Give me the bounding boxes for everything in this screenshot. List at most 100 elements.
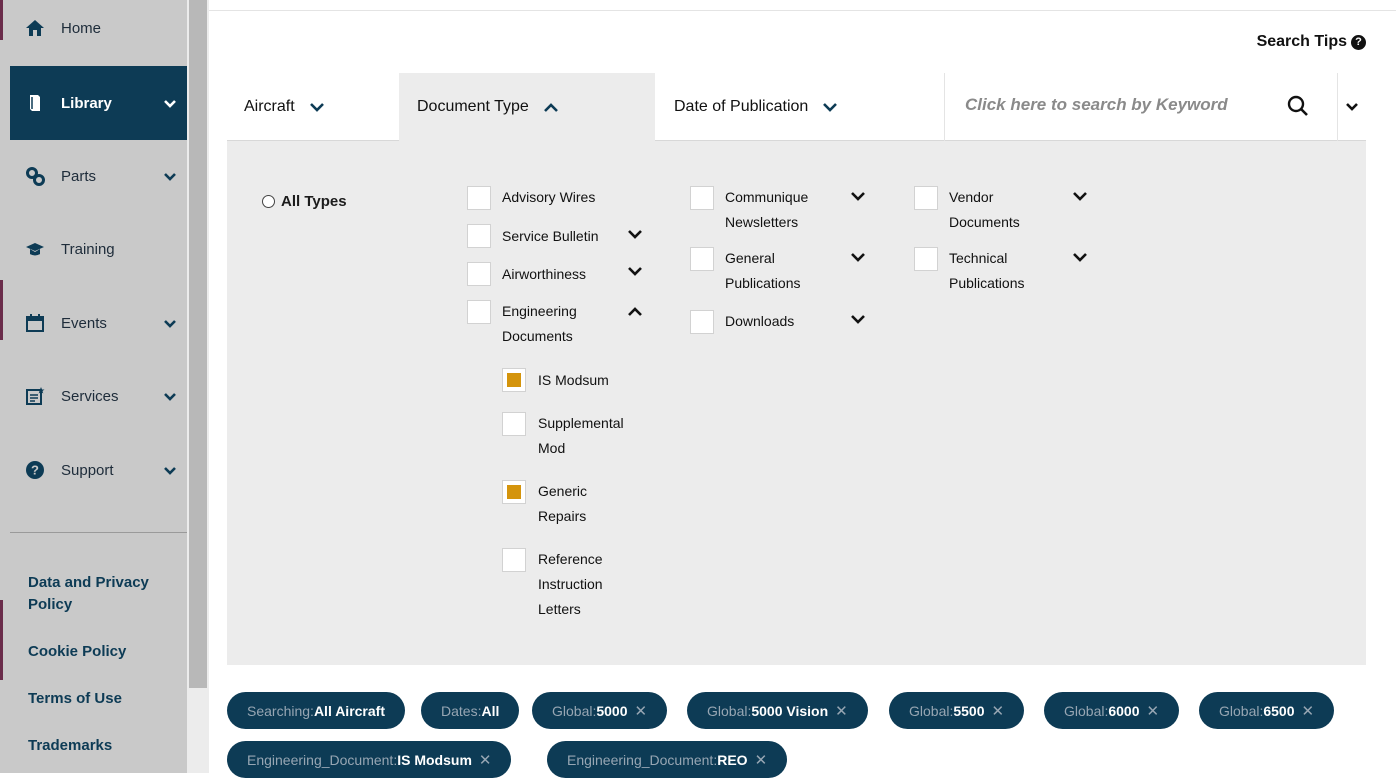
radio-button[interactable] [262, 195, 275, 208]
cookie-policy-link[interactable]: Cookie Policy [28, 641, 126, 663]
document-type-panel: All Types Advisory Wires Service Bulleti… [227, 141, 1366, 665]
chevron-down-icon [1346, 103, 1358, 111]
data-privacy-policy-link[interactable]: Data and Privacy Policy [28, 572, 168, 616]
communique-newsletters-checkbox[interactable] [690, 186, 714, 210]
chevron-down-icon[interactable] [1072, 191, 1088, 202]
close-icon[interactable]: ✕ [1302, 702, 1315, 720]
sidebar-edge-accent [0, 600, 3, 680]
trademarks-link[interactable]: Trademarks [28, 735, 112, 757]
question-circle-icon: ? [1351, 34, 1366, 50]
chevron-down-icon [164, 100, 176, 108]
sidebar-item-parts[interactable]: Parts [10, 140, 187, 212]
generic-repairs-label: Generic Repairs [538, 483, 588, 524]
sidebar-item-label: Support [61, 461, 114, 479]
question-circle-icon: ? [25, 460, 45, 480]
advisory-wires-label: Advisory Wires [502, 189, 596, 205]
calendar-icon [25, 313, 45, 333]
chevron-down-icon[interactable] [850, 191, 866, 202]
close-icon[interactable]: ✕ [755, 751, 768, 769]
vendor-documents-checkbox[interactable] [914, 186, 938, 210]
downloads-checkbox[interactable] [690, 310, 714, 334]
sidebar-item-label: Events [61, 314, 107, 332]
tab-label: Document Type [417, 98, 529, 115]
svg-text:?: ? [31, 463, 39, 478]
generic-repairs-checkbox[interactable] [502, 480, 526, 504]
supplemental-mod-label: Supplemental Mod [538, 415, 624, 456]
technical-publications-checkbox[interactable] [914, 247, 938, 271]
engineering-documents-checkbox[interactable] [467, 300, 491, 324]
home-icon [25, 18, 45, 38]
pill-key: Engineering_Document: [567, 751, 718, 768]
close-icon[interactable]: ✕ [479, 751, 492, 769]
tab-aircraft[interactable]: Aircraft [244, 73, 325, 141]
downloads-label: Downloads [725, 313, 795, 329]
filter-pill-global-6500: Global: 6500 ✕ [1199, 692, 1335, 729]
search-options-dropdown[interactable] [1337, 73, 1366, 141]
close-icon[interactable]: ✕ [835, 702, 848, 720]
airworthiness-label: Airworthiness [502, 266, 587, 282]
pill-key: Global: [707, 702, 752, 719]
engineering-documents-label: Engineering Documents [502, 303, 577, 344]
pill-value: All [481, 702, 500, 719]
close-icon[interactable]: ✕ [1147, 702, 1160, 720]
is-modsum-checkbox[interactable] [502, 368, 526, 392]
chevron-down-icon[interactable] [627, 266, 643, 277]
chevron-down-icon [164, 173, 176, 181]
chevron-down-icon[interactable] [1072, 252, 1088, 263]
graduation-cap-icon [25, 239, 45, 259]
sidebar-item-library[interactable]: Library [10, 66, 187, 140]
terms-of-use-link[interactable]: Terms of Use [28, 688, 122, 710]
filter-pill-engineering-is-modsum: Engineering_Document: IS Modsum ✕ [227, 741, 512, 778]
filter-tabbar: Aircraft Document Type Date of Publicati… [227, 73, 1366, 141]
supplemental-mod-checkbox[interactable] [502, 412, 526, 436]
chevron-down-icon [164, 393, 176, 401]
chevron-down-icon[interactable] [850, 252, 866, 263]
pill-value: IS Modsum [397, 751, 472, 768]
pill-value: 6500 [1263, 702, 1295, 719]
pill-key: Dates: [441, 702, 482, 719]
tab-document-type[interactable]: Document Type [399, 73, 655, 141]
filter-pill-global-5000: Global: 5000 ✕ [532, 692, 668, 729]
chevron-down-icon [309, 102, 324, 112]
pill-key: Searching: [247, 702, 314, 719]
pill-value: 5000 [596, 702, 628, 719]
sidebar-item-services[interactable]: Services [10, 360, 187, 432]
tab-date-of-publication[interactable]: Date of Publication [674, 73, 838, 141]
scrollbar-thumb[interactable] [189, 0, 207, 688]
reference-instruction-letters-checkbox[interactable] [502, 548, 526, 572]
sidebar-item-events[interactable]: Events [10, 287, 187, 359]
keyword-search-input[interactable] [965, 95, 1275, 115]
airworthiness-checkbox[interactable] [467, 262, 491, 286]
close-icon[interactable]: ✕ [635, 702, 648, 720]
filter-pill-global-6000: Global: 6000 ✕ [1044, 692, 1180, 729]
all-types-label: All Types [281, 193, 347, 210]
sidebar-item-support[interactable]: ? Support [10, 434, 187, 506]
sidebar-item-label: Services [61, 387, 119, 405]
filter-pill-engineering-reo: Engineering_Document: REO ✕ [547, 741, 788, 778]
pill-value: 6000 [1108, 702, 1140, 719]
chevron-down-icon[interactable] [850, 314, 866, 325]
chevron-down-icon[interactable] [627, 229, 643, 240]
service-bulletin-checkbox[interactable] [467, 224, 491, 248]
service-bulletin-label: Service Bulletin [502, 228, 599, 244]
header-divider [209, 10, 1396, 11]
sidebar-item-training[interactable]: Training [10, 213, 187, 285]
chevron-down-icon [823, 102, 838, 112]
pill-value: 5000 Vision [751, 702, 829, 719]
search-icon[interactable] [1285, 93, 1311, 119]
pill-key: Global: [1064, 702, 1109, 719]
pill-key: Global: [909, 702, 954, 719]
chevron-up-icon [543, 102, 558, 112]
search-tips-link[interactable]: Search Tips ? [1257, 33, 1366, 51]
is-modsum-label: IS Modsum [538, 372, 609, 388]
close-icon[interactable]: ✕ [992, 702, 1005, 720]
communique-newsletters-label: Communique Newsletters [725, 189, 809, 230]
chevron-down-icon [164, 467, 176, 475]
all-types-radio[interactable]: All Types [262, 193, 347, 210]
sidebar-item-home[interactable]: Home [10, 0, 187, 64]
advisory-wires-checkbox[interactable] [467, 186, 491, 210]
services-icon [25, 386, 45, 406]
chevron-up-icon[interactable] [627, 306, 643, 317]
pill-key: Engineering_Document: [247, 751, 398, 768]
general-publications-checkbox[interactable] [690, 247, 714, 271]
